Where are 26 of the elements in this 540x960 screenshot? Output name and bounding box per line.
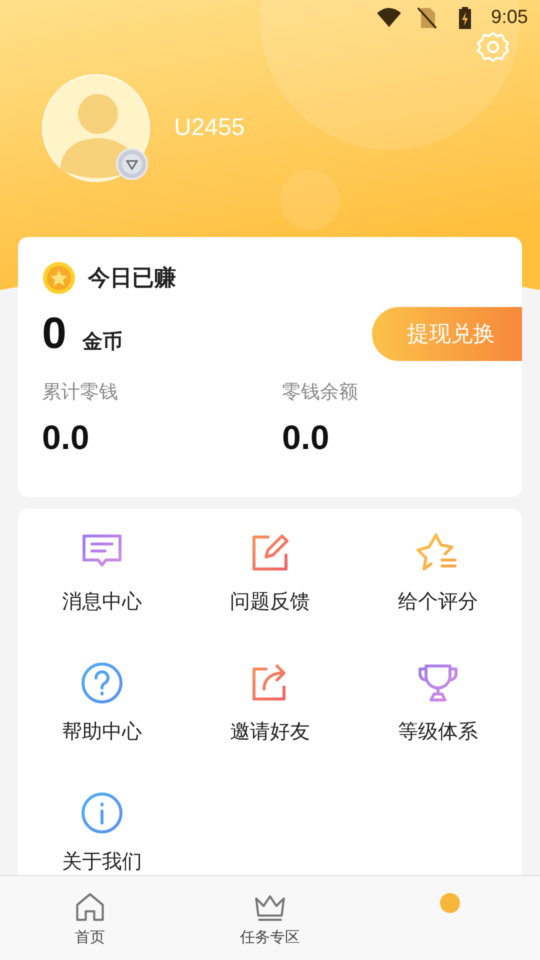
menu-item[interactable]: 给个评分 xyxy=(398,589,478,613)
nav-tab[interactable]: 任务专区 xyxy=(180,876,360,960)
menu-item[interactable]: 邀请好友 xyxy=(230,719,310,743)
help-icon xyxy=(80,661,124,705)
stat-label: 累计零钱 xyxy=(42,380,119,405)
coin-icon xyxy=(42,261,76,295)
settings-icon[interactable] xyxy=(476,30,510,64)
coin-unit: 金币 xyxy=(82,328,122,355)
earnings-title: 今日已赚 xyxy=(88,264,176,293)
nav-tab[interactable]: 首页 xyxy=(0,876,180,960)
info-icon xyxy=(80,791,124,835)
stat-label: 零钱余额 xyxy=(282,380,359,405)
menu-item[interactable]: 关于我们 xyxy=(62,849,142,873)
level-badge-icon xyxy=(116,148,148,180)
status-time: 9:05 xyxy=(491,7,528,29)
wifi-icon xyxy=(377,7,402,29)
menu-item[interactable]: 帮助中心 xyxy=(62,719,142,743)
username: U2455 xyxy=(174,114,245,142)
coin-amount: 0 xyxy=(42,309,66,359)
no-sim-icon xyxy=(415,7,440,29)
menu-item[interactable]: 问题反馈 xyxy=(230,589,310,613)
menu-item[interactable]: 消息中心 xyxy=(62,589,142,613)
stat-value: 0.0 xyxy=(42,419,90,458)
menu-item[interactable]: 等级体系 xyxy=(398,719,478,743)
avatar-icon[interactable] xyxy=(42,74,150,182)
stat-value: 0.0 xyxy=(282,419,330,458)
